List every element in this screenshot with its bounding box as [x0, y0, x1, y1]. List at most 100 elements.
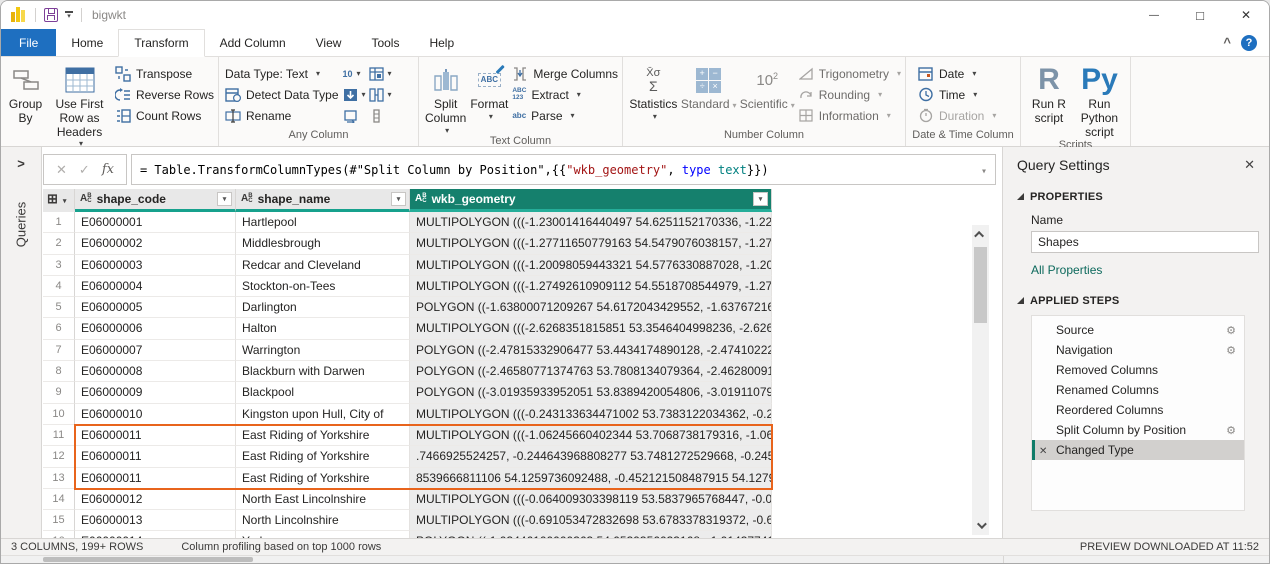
cell-shape-name[interactable]: Hartlepool — [236, 212, 410, 233]
scientific-button[interactable]: 102 Scientific — [740, 62, 795, 112]
cell-shape-name[interactable]: Middlesbrough — [236, 233, 410, 254]
date-button[interactable]: Date — [918, 63, 996, 84]
close-panel-icon[interactable] — [1244, 157, 1255, 173]
ribbon-tab[interactable]: View — [301, 29, 357, 56]
cell-shape-code[interactable]: E06000004 — [75, 276, 236, 297]
format-button[interactable]: ABC Format — [470, 62, 508, 121]
pivot-column-button[interactable] — [369, 63, 395, 84]
cell-wkb-geometry[interactable]: POLYGON ((-2.46580771374763 53.780813407… — [410, 361, 772, 382]
applied-step[interactable]: Reordered Columns — [1032, 400, 1244, 420]
cell-wkb-geometry[interactable]: MULTIPOLYGON (((-0.691053472832698 53.67… — [410, 510, 772, 531]
run-python-script-button[interactable]: Py Run Python script — [1073, 62, 1126, 139]
query-name-input[interactable] — [1031, 231, 1259, 253]
scroll-down-icon[interactable] — [972, 518, 989, 533]
cell-shape-name[interactable]: East Riding of Yorkshire — [236, 468, 410, 489]
standard-button[interactable]: +−÷× Standard — [682, 62, 736, 112]
table-row[interactable]: 5 E06000005 Darlington POLYGON ((-1.6380… — [43, 297, 772, 318]
cell-shape-name[interactable]: York — [236, 531, 410, 538]
column-header-shape-code[interactable]: ABC shape_code — [75, 189, 236, 212]
cell-shape-name[interactable]: Blackburn with Darwen — [236, 361, 410, 382]
cell-wkb-geometry[interactable]: POLYGON ((-1.63800071209267 54.617204342… — [410, 297, 772, 318]
formula-input[interactable]: = Table.TransformColumnTypes(#"Split Col… — [131, 154, 996, 185]
column-header-shape-name[interactable]: ABC shape_name — [236, 189, 410, 212]
extract-button[interactable]: ABC123 Extract — [512, 84, 618, 105]
table-row[interactable]: 2 E06000002 Middlesbrough MULTIPOLYGON (… — [43, 233, 772, 254]
table-row[interactable]: 15 E06000013 North Lincolnshire MULTIPOL… — [43, 510, 772, 531]
cell-shape-code[interactable]: E06000006 — [75, 318, 236, 339]
select-all-corner[interactable] — [43, 189, 75, 212]
time-button[interactable]: Time — [918, 84, 996, 105]
cell-shape-code[interactable]: E06000009 — [75, 382, 236, 403]
save-icon[interactable] — [44, 8, 58, 22]
table-row[interactable]: 8 E06000008 Blackburn with Darwen POLYGO… — [43, 361, 772, 382]
minimize-button[interactable] — [1131, 1, 1177, 29]
gear-icon[interactable] — [1226, 323, 1236, 337]
cell-shape-code[interactable]: E06000010 — [75, 404, 236, 425]
table-row[interactable]: 6 E06000006 Halton MULTIPOLYGON (((-2.62… — [43, 318, 772, 339]
ribbon-tab[interactable]: Home — [56, 29, 118, 56]
cell-shape-code[interactable]: E06000007 — [75, 340, 236, 361]
cell-shape-name[interactable]: Kingston upon Hull, City of — [236, 404, 410, 425]
expand-queries-icon[interactable] — [17, 155, 25, 173]
group-by-button[interactable]: Group By — [7, 62, 44, 126]
applied-step[interactable]: Split Column by Position — [1032, 420, 1244, 440]
scroll-up-icon[interactable] — [972, 227, 989, 242]
cell-shape-code[interactable]: E06000002 — [75, 233, 236, 254]
data-type-button[interactable]: Data Type: Text — [225, 63, 339, 84]
information-button[interactable]: Information — [799, 105, 901, 126]
table-row[interactable]: 13 E06000011 East Riding of Yorkshire 85… — [43, 468, 772, 489]
unpivot-columns-button[interactable] — [369, 84, 395, 105]
cell-wkb-geometry[interactable]: MULTIPOLYGON (((-1.23001416440497 54.625… — [410, 212, 772, 233]
table-row[interactable]: 14 E06000012 North East Lincolnshire MUL… — [43, 489, 772, 510]
cell-shape-name[interactable]: North East Lincolnshire — [236, 489, 410, 510]
move-button[interactable] — [343, 105, 369, 126]
table-row[interactable]: 11 E06000011 East Riding of Yorkshire MU… — [43, 425, 772, 446]
cell-shape-name[interactable]: East Riding of Yorkshire — [236, 446, 410, 467]
collapse-ribbon-icon[interactable] — [1223, 34, 1231, 52]
cell-wkb-geometry[interactable]: .7466925524257, -0.244643968808277 53.74… — [410, 446, 772, 467]
cell-shape-code[interactable]: E06000005 — [75, 297, 236, 318]
cell-shape-code[interactable]: E06000011 — [75, 446, 236, 467]
count-rows-button[interactable]: Count Rows — [115, 105, 214, 126]
cell-shape-name[interactable]: North Lincolnshire — [236, 510, 410, 531]
applied-step[interactable]: Changed Type — [1032, 440, 1244, 460]
ribbon-tab[interactable]: Add Column — [205, 29, 301, 56]
use-first-row-as-headers-button[interactable]: Use First Row as Headers — [48, 62, 111, 149]
cell-wkb-geometry[interactable]: POLYGON ((-3.01935933952051 53.838942005… — [410, 382, 772, 403]
fill-button[interactable] — [343, 84, 369, 105]
table-row[interactable]: 10 E06000010 Kingston upon Hull, City of… — [43, 404, 772, 425]
help-icon[interactable] — [1241, 35, 1257, 51]
rename-button[interactable]: Rename — [225, 105, 339, 126]
ribbon-tab[interactable]: Tools — [356, 29, 414, 56]
applied-step[interactable]: Renamed Columns — [1032, 380, 1244, 400]
cell-shape-code[interactable]: E06000011 — [75, 425, 236, 446]
scrollbar-thumb[interactable] — [43, 557, 253, 562]
table-row[interactable]: 12 E06000011 East Riding of Yorkshire .7… — [43, 446, 772, 467]
all-properties-link[interactable]: All Properties — [1031, 263, 1257, 277]
table-row[interactable]: 9 E06000009 Blackpool POLYGON ((-3.01935… — [43, 382, 772, 403]
cell-wkb-geometry[interactable]: MULTIPOLYGON (((-1.27711650779163 54.547… — [410, 233, 772, 254]
applied-step[interactable]: Navigation — [1032, 340, 1244, 360]
cell-wkb-geometry[interactable]: MULTIPOLYGON (((-0.243133634471002 53.73… — [410, 404, 772, 425]
cell-shape-code[interactable]: E06000011 — [75, 468, 236, 489]
gear-icon[interactable] — [1226, 423, 1236, 437]
cell-shape-code[interactable]: E06000014 — [75, 531, 236, 538]
applied-step[interactable]: Removed Columns — [1032, 360, 1244, 380]
delete-step-icon[interactable] — [1039, 443, 1047, 457]
table-row[interactable]: 1 E06000001 Hartlepool MULTIPOLYGON (((-… — [43, 212, 772, 233]
cancel-formula-icon[interactable] — [56, 161, 67, 179]
horizontal-scrollbar[interactable] — [1, 555, 1269, 563]
cell-wkb-geometry[interactable]: POLYGON ((-1.03446100000363 54.053935603… — [410, 531, 772, 538]
maximize-button[interactable] — [1177, 1, 1223, 29]
cell-wkb-geometry[interactable]: MULTIPOLYGON (((-1.06245660402344 53.706… — [410, 425, 772, 446]
statistics-button[interactable]: X̄σΣ Statistics — [629, 62, 678, 121]
table-row[interactable]: 16 E06000014 York POLYGON ((-1.034461000… — [43, 531, 772, 538]
convert-to-list-button[interactable] — [369, 105, 395, 126]
cell-shape-name[interactable]: Warrington — [236, 340, 410, 361]
cell-wkb-geometry[interactable]: 8539666811106 54.1259736092488, -0.45212… — [410, 468, 772, 489]
filter-dropdown-icon[interactable] — [753, 192, 768, 206]
cell-shape-code[interactable]: E06000008 — [75, 361, 236, 382]
applied-step[interactable]: Source — [1032, 320, 1244, 340]
cell-shape-code[interactable]: E06000003 — [75, 255, 236, 276]
cell-shape-name[interactable]: Blackpool — [236, 382, 410, 403]
